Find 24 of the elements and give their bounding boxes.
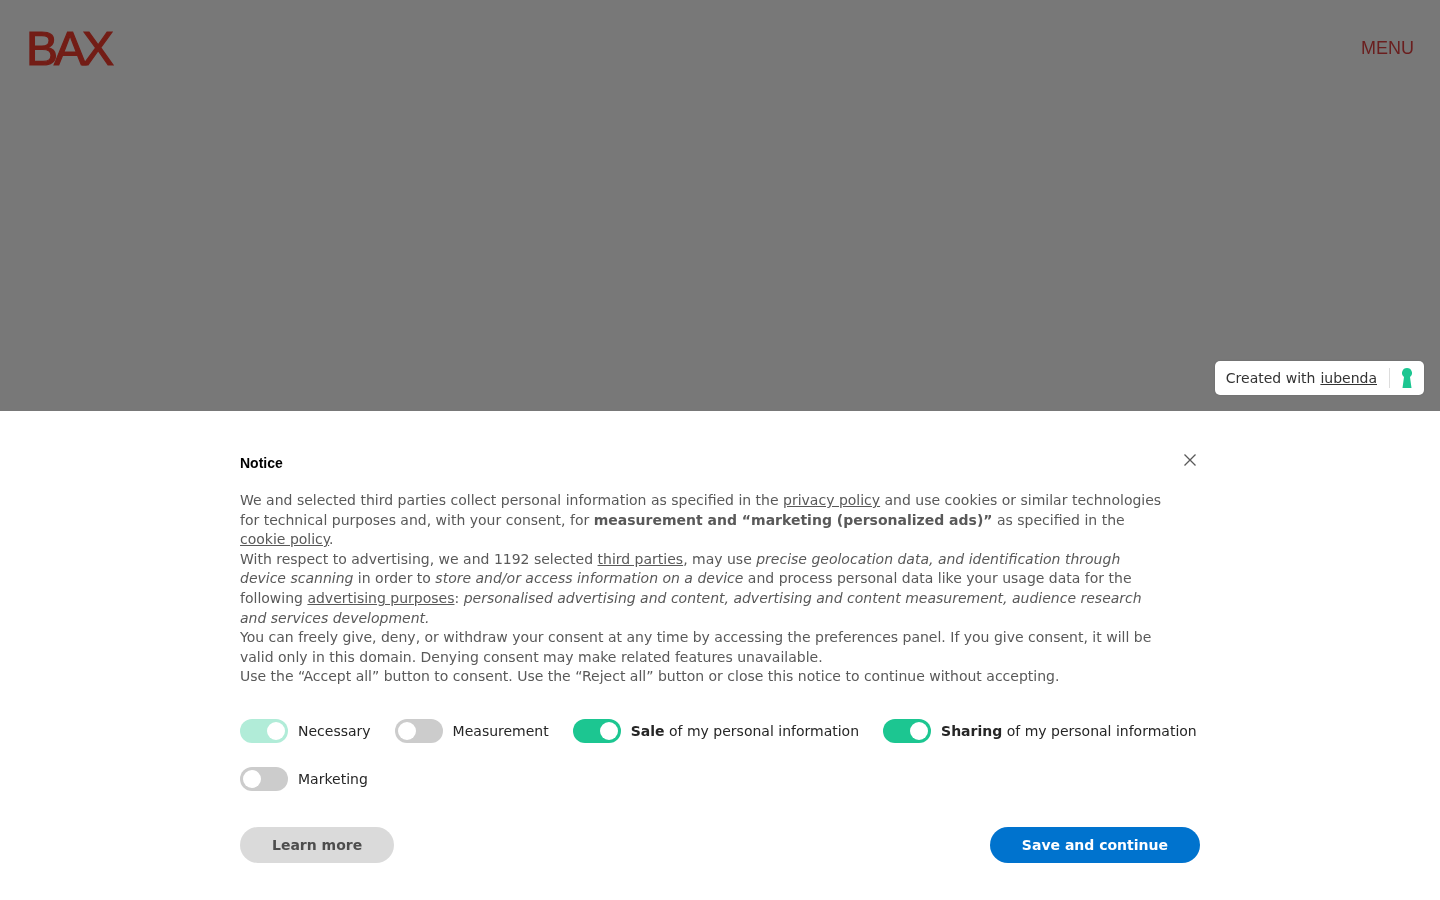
close-button[interactable] [1184,454,1196,466]
notice-paragraph: We and selected third parties collect personal information as specified in the privacy policy and use cookies or similar technologies for technical purposes and, with your consent, for measurement and “marketing (personalized ads)” as specified in the cookie policy. [240,491,1163,550]
inline-link[interactable]: advertising purposes [307,589,455,606]
notice-paragraph: You can freely give, deny, or withdraw your consent at any time by accessing the preferences panel. If you give consent, it will be valid only in this domain. Denying consent may make related features unavailable. [240,628,1153,667]
toggle-label: Necessary [298,721,371,741]
badge-text: Created with [1225,370,1316,386]
inline-link[interactable]: third parties [597,550,684,567]
inline-link[interactable]: privacy policy [783,492,881,508]
toggle-label: Sharing of my personal information [941,721,1197,741]
toggle-switch[interactable] [883,718,932,743]
toggle-switch[interactable] [394,718,443,743]
keyhole-icon [1402,368,1412,388]
toggle-switch[interactable] [240,766,288,791]
close-icon [1184,454,1196,466]
notice-title: Notice [240,454,283,473]
save-button[interactable]: Save and continue [989,826,1200,863]
badge-link[interactable]: iubenda [1320,370,1377,386]
notice-paragraph: With respect to advertising, we and 1192 selected third parties, may use precise geolocation data, and identification through device scanning in order to store and/or access information on a device and process personal data like your usage data for the following advertising purposes: personalised advertising and content, advertising and content measurement, audience research and services development. [240,549,1143,628]
toggle-switch[interactable] [572,718,621,743]
toggle-label: Measurement [452,721,549,741]
toggle-label: Sale of my personal information [630,721,860,741]
learn-more-button[interactable]: Learn more [240,826,395,863]
notice-paragraph: Use the “Accept all” button to consent. Use the “Reject all” button or close this notice to continue without accepting. [240,667,1061,687]
toggle-label: Marketing [298,769,368,789]
